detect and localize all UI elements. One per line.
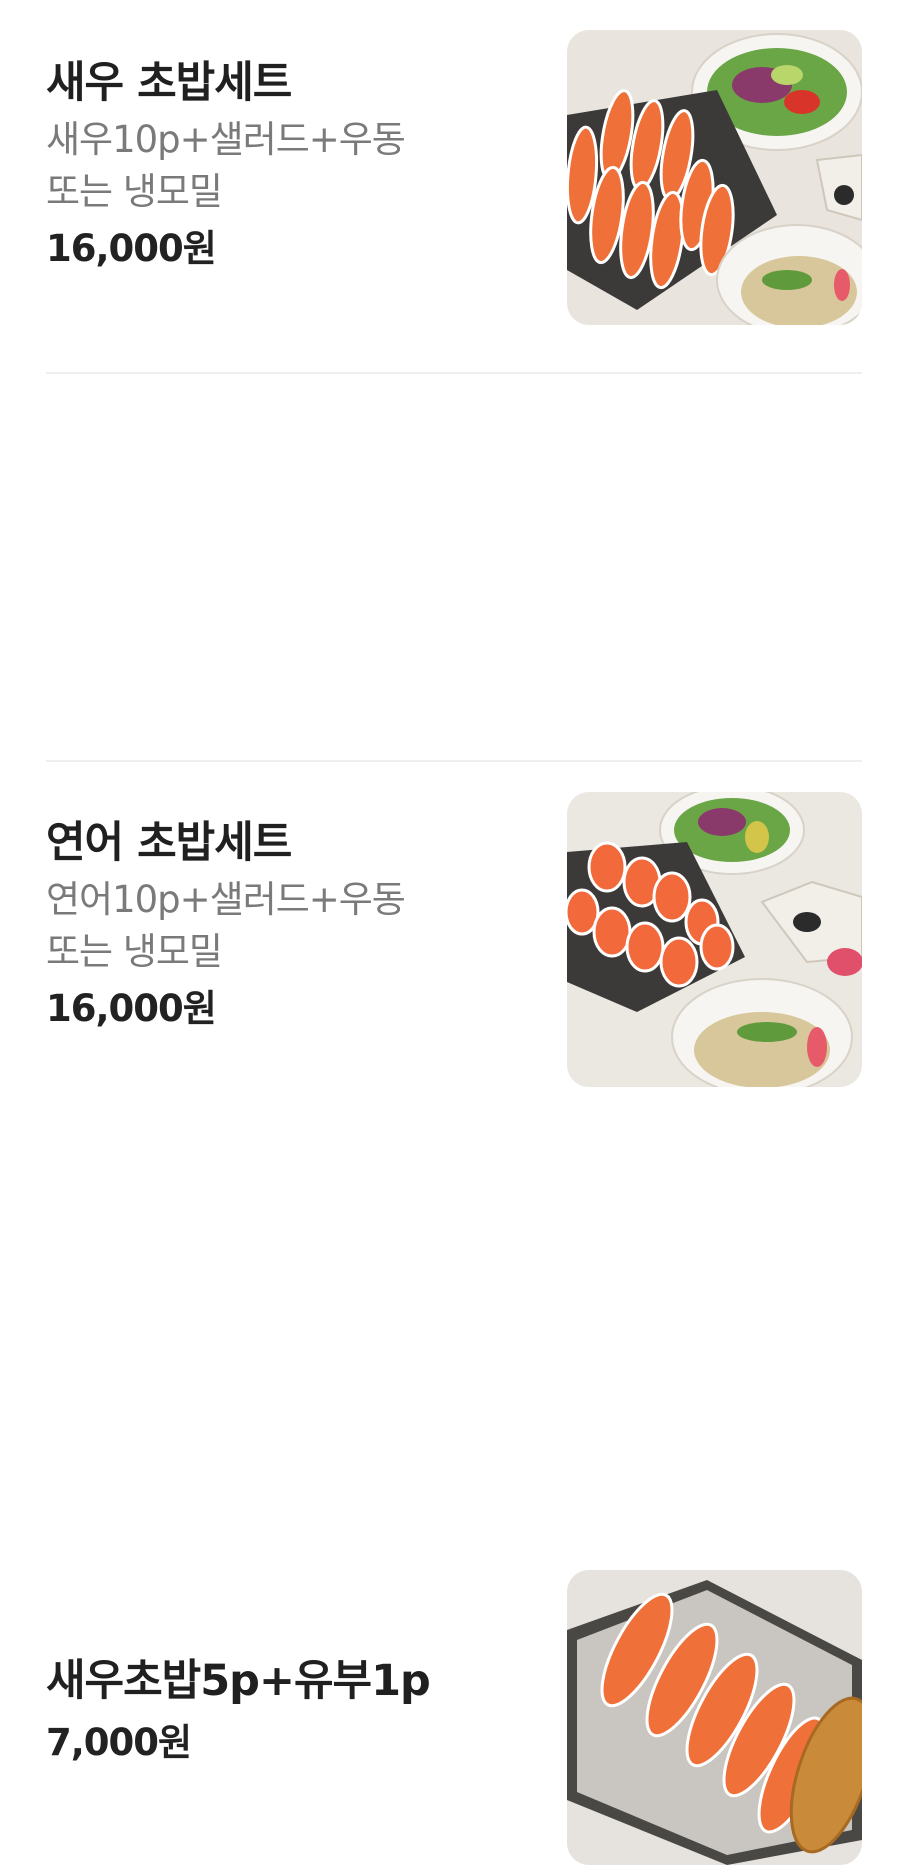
menu-item-title: 새우 초밥세트 (46, 58, 292, 108)
menu-item-price: 7,000원 (46, 1721, 192, 1764)
menu-item-price: 16,000원 (46, 227, 217, 270)
menu-item-description: 새우10p+샐러드+우동 (46, 118, 406, 161)
shrimp-inari-sushi-photo[interactable] (567, 1570, 862, 1865)
menu-item-salmon-set[interactable]: 연어 초밥세트 연어10p+샐러드+우동 또는 냉모밀 16,000원 (0, 374, 900, 1087)
menu-item-shrimp-set[interactable]: 새우 초밥세트 새우10p+샐러드+우동 또는 냉모밀 16,000원 (0, 0, 900, 372)
menu-item-title: 새우초밥5p+유부1p (46, 1656, 431, 1706)
menu-item-description: 또는 냉모밀 (46, 170, 223, 213)
menu-item-info: 새우초밥5p+유부1p 7,000원 (46, 1650, 546, 1774)
menu-item-shrimp-inari[interactable]: 새우초밥5p+유부1p 7,000원 (0, 762, 900, 1865)
menu-item-info: 새우 초밥세트 새우10p+샐러드+우동 또는 냉모밀 16,000원 (46, 52, 546, 280)
menu-list: 새우 초밥세트 새우10p+샐러드+우동 또는 냉모밀 16,000원 연어 초… (0, 0, 900, 1865)
shrimp-sushi-set-photo[interactable] (567, 30, 862, 325)
